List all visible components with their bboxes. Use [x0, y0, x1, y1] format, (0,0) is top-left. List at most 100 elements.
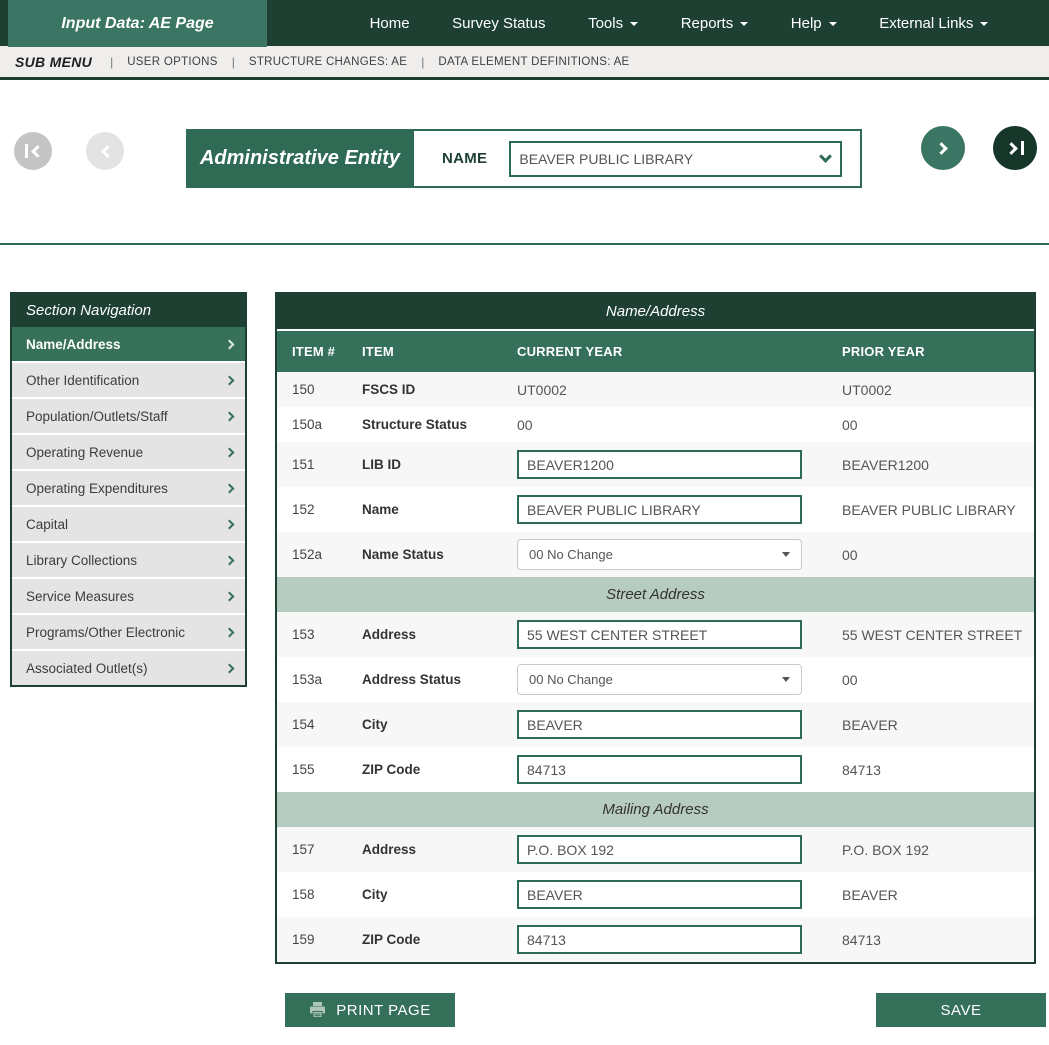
current-year-input-151-lib-id[interactable] [517, 450, 802, 479]
previous-record-icon [99, 147, 112, 156]
sidebar-item-population-outlets-staff[interactable]: Population/Outlets/Staff [12, 399, 245, 433]
item-label: ZIP Code [362, 762, 517, 777]
entity-name-select[interactable]: BEAVER PUBLIC LIBRARY [509, 141, 842, 177]
sub-menu-separator: | [232, 55, 235, 69]
table-row-153: 153Address55 WEST CENTER STREET [277, 612, 1034, 657]
sidebar-item-label: Name/Address [26, 337, 121, 352]
chevron-right-icon [225, 555, 235, 565]
sub-menu-item-data-element-definitions-ae[interactable]: DATA ELEMENT DEFINITIONS: AE [438, 56, 629, 68]
sidebar-item-library-collections[interactable]: Library Collections [12, 543, 245, 577]
item-number: 154 [292, 717, 362, 732]
item-number: 150 [292, 382, 362, 397]
caret-down-icon [782, 677, 790, 682]
item-number: 159 [292, 932, 362, 947]
item-number: 152a [292, 547, 362, 562]
sub-menu-separator: | [110, 55, 113, 69]
sidebar-item-operating-revenue[interactable]: Operating Revenue [12, 435, 245, 469]
nav-item-label: External Links [879, 15, 973, 32]
sidebar-item-programs-other-electronic[interactable]: Programs/Other Electronic [12, 615, 245, 649]
current-year-input-159-zip-code[interactable] [517, 925, 802, 954]
sidebar-item-operating-expenditures[interactable]: Operating Expenditures [12, 471, 245, 505]
print-page-button[interactable]: PRINT PAGE [285, 993, 455, 1027]
item-label: Name Status [362, 547, 517, 562]
print-page-label: PRINT PAGE [336, 1002, 430, 1019]
sub-menu-item-structure-changes-ae[interactable]: STRUCTURE CHANGES: AE [249, 56, 407, 68]
last-record-icon [1007, 141, 1024, 155]
table-row-153a: 153aAddress Status00 No Change00 [277, 657, 1034, 702]
nav-item-survey-status[interactable]: Survey Status [452, 15, 545, 32]
section-navigation-sidebar: Section Navigation Name/AddressOther Ide… [10, 292, 247, 687]
nav-links: Home Survey Status Tools Reports Help Externa… [267, 0, 1049, 46]
current-year-select-152a-name-status[interactable]: 00 No Change [517, 539, 802, 570]
sidebar-item-associated-outlet-s[interactable]: Associated Outlet(s) [12, 651, 245, 685]
current-year-cell: UT0002 [517, 382, 842, 398]
nav-item-label: Survey Status [452, 15, 545, 32]
prior-year-cell: BEAVER [842, 887, 1034, 903]
nav-item-reports[interactable]: Reports [681, 15, 749, 32]
nav-item-help[interactable]: Help [791, 15, 837, 32]
sidebar-item-service-measures[interactable]: Service Measures [12, 579, 245, 613]
current-year-input-152-name[interactable] [517, 495, 802, 524]
table-rows: 150FSCS IDUT0002UT0002150aStructure Stat… [277, 372, 1034, 962]
current-year-input-153-address[interactable] [517, 620, 802, 649]
current-year-input-157-address[interactable] [517, 835, 802, 864]
chevron-right-icon [225, 375, 235, 385]
nav-item-external-links[interactable]: External Links [879, 15, 988, 32]
sidebar-item-name-address[interactable]: Name/Address [12, 327, 245, 361]
chevron-right-icon [225, 519, 235, 529]
item-number: 151 [292, 457, 362, 472]
select-value: 00 No Change [529, 547, 613, 562]
prior-year-cell: 00 [842, 417, 1034, 433]
item-label: Address Status [362, 672, 517, 687]
chevron-right-icon [225, 483, 235, 493]
current-year-input-154-city[interactable] [517, 710, 802, 739]
sidebar-item-capital[interactable]: Capital [12, 507, 245, 541]
item-label: FSCS ID [362, 382, 517, 397]
save-button[interactable]: SAVE [876, 993, 1046, 1027]
nav-item-home[interactable]: Home [370, 15, 410, 32]
entity-header-bar: Administrative Entity NAME BEAVER PUBLIC… [0, 80, 1049, 245]
caret-down-icon [630, 22, 638, 26]
current-year-input-158-city[interactable] [517, 880, 802, 909]
table-row-157: 157AddressP.O. BOX 192 [277, 827, 1034, 872]
prior-year-cell: 00 [842, 672, 1034, 688]
sidebar-item-other-identification[interactable]: Other Identification [12, 363, 245, 397]
name-address-panel: Name/Address ITEM #ITEMCURRENT YEARPRIOR… [275, 292, 1036, 964]
save-label: SAVE [941, 1002, 982, 1019]
table-row-154: 154CityBEAVER [277, 702, 1034, 747]
sidebar-item-label: Operating Expenditures [26, 481, 168, 496]
next-record-button[interactable] [921, 126, 965, 170]
item-label: LIB ID [362, 457, 517, 472]
entity-name-area: NAME BEAVER PUBLIC LIBRARY [414, 131, 860, 186]
sub-menu-items: | USER OPTIONS | STRUCTURE CHANGES: AE | DATA… [110, 55, 643, 69]
first-record-icon [25, 144, 42, 158]
sub-menu-separator: | [421, 55, 424, 69]
current-year-select-153a-address-status[interactable]: 00 No Change [517, 664, 802, 695]
nav-item-label: Home [370, 15, 410, 32]
current-year-cell [517, 710, 842, 739]
current-year-input-155-zip-code[interactable] [517, 755, 802, 784]
sub-menu-item-user-options[interactable]: USER OPTIONS [127, 56, 218, 68]
caret-down-icon [829, 22, 837, 26]
chevron-right-icon [225, 663, 235, 673]
sidebar-item-label: Capital [26, 517, 68, 532]
nav-item-tools[interactable]: Tools [588, 15, 638, 32]
tab-input-data-ae-page[interactable]: Input Data: AE Page [8, 0, 267, 47]
last-record-button[interactable] [993, 126, 1037, 170]
nav-item-label: Reports [681, 15, 734, 32]
caret-down-icon [740, 22, 748, 26]
chevron-right-icon [225, 447, 235, 457]
item-number: 157 [292, 842, 362, 857]
current-year-cell [517, 450, 842, 479]
chevron-right-icon [225, 339, 235, 349]
first-record-button[interactable] [14, 132, 52, 170]
caret-down-icon [980, 22, 988, 26]
table-row-150: 150FSCS IDUT0002UT0002 [277, 372, 1034, 407]
top-nav-bar: Input Data: AE Page Home Survey Status Too… [0, 0, 1049, 46]
table-row-159: 159ZIP Code84713 [277, 917, 1034, 962]
item-label: City [362, 887, 517, 902]
current-year-cell: 00 No Change [517, 539, 842, 570]
column-header-item: ITEM [362, 344, 517, 359]
previous-record-button[interactable] [86, 132, 124, 170]
section-header-mailing-address: Mailing Address [277, 792, 1034, 827]
